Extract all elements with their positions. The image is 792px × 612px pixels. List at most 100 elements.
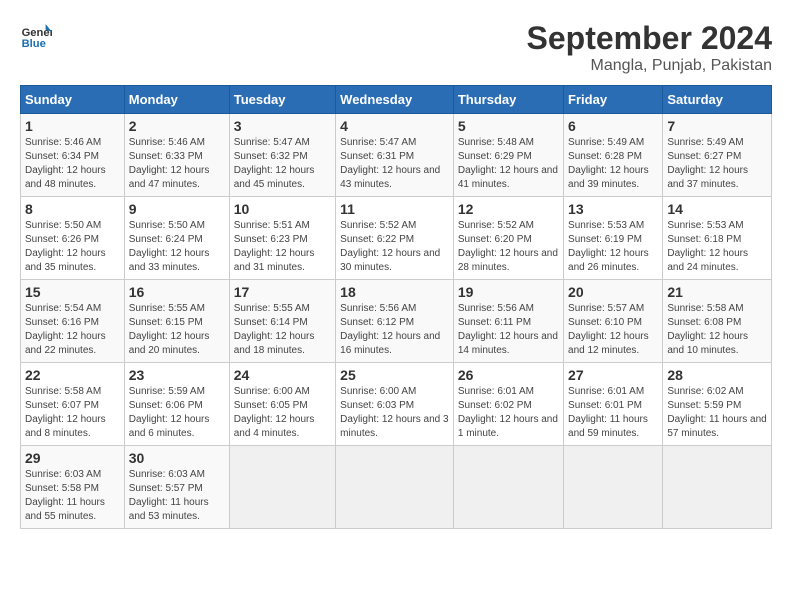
calendar-cell: [229, 446, 335, 529]
day-number: 29: [25, 450, 120, 466]
week-row-4: 22 Sunrise: 5:58 AMSunset: 6:07 PMDaylig…: [21, 363, 772, 446]
day-detail: Sunrise: 5:50 AMSunset: 6:24 PMDaylight:…: [129, 220, 210, 273]
calendar-cell: 16 Sunrise: 5:55 AMSunset: 6:15 PMDaylig…: [124, 280, 229, 363]
calendar-cell: 9 Sunrise: 5:50 AMSunset: 6:24 PMDayligh…: [124, 197, 229, 280]
day-number: 26: [458, 367, 559, 383]
weekday-header-monday: Monday: [124, 86, 229, 114]
calendar-cell: 26 Sunrise: 6:01 AMSunset: 6:02 PMDaylig…: [453, 363, 563, 446]
calendar-cell: [564, 446, 663, 529]
day-number: 2: [129, 118, 225, 134]
calendar-cell: 10 Sunrise: 5:51 AMSunset: 6:23 PMDaylig…: [229, 197, 335, 280]
calendar-cell: 17 Sunrise: 5:55 AMSunset: 6:14 PMDaylig…: [229, 280, 335, 363]
week-row-1: 1 Sunrise: 5:46 AMSunset: 6:34 PMDayligh…: [21, 114, 772, 197]
day-detail: Sunrise: 6:01 AMSunset: 6:02 PMDaylight:…: [458, 386, 558, 439]
day-number: 20: [568, 284, 658, 300]
calendar-cell: 5 Sunrise: 5:48 AMSunset: 6:29 PMDayligh…: [453, 114, 563, 197]
day-number: 11: [340, 201, 449, 217]
weekday-header-sunday: Sunday: [21, 86, 125, 114]
day-number: 21: [667, 284, 767, 300]
weekday-header-wednesday: Wednesday: [336, 86, 454, 114]
svg-text:Blue: Blue: [22, 38, 46, 50]
day-detail: Sunrise: 5:55 AMSunset: 6:15 PMDaylight:…: [129, 303, 210, 356]
day-number: 28: [667, 367, 767, 383]
calendar-cell: 18 Sunrise: 5:56 AMSunset: 6:12 PMDaylig…: [336, 280, 454, 363]
day-number: 22: [25, 367, 120, 383]
day-number: 5: [458, 118, 559, 134]
day-detail: Sunrise: 5:49 AMSunset: 6:28 PMDaylight:…: [568, 137, 649, 190]
week-row-2: 8 Sunrise: 5:50 AMSunset: 6:26 PMDayligh…: [21, 197, 772, 280]
day-detail: Sunrise: 5:48 AMSunset: 6:29 PMDaylight:…: [458, 137, 558, 190]
day-detail: Sunrise: 6:02 AMSunset: 5:59 PMDaylight:…: [667, 386, 766, 439]
calendar-cell: 21 Sunrise: 5:58 AMSunset: 6:08 PMDaylig…: [663, 280, 772, 363]
calendar-cell: 7 Sunrise: 5:49 AMSunset: 6:27 PMDayligh…: [663, 114, 772, 197]
day-detail: Sunrise: 5:46 AMSunset: 6:34 PMDaylight:…: [25, 137, 106, 190]
calendar-cell: 12 Sunrise: 5:52 AMSunset: 6:20 PMDaylig…: [453, 197, 563, 280]
calendar-cell: 4 Sunrise: 5:47 AMSunset: 6:31 PMDayligh…: [336, 114, 454, 197]
week-row-5: 29 Sunrise: 6:03 AMSunset: 5:58 PMDaylig…: [21, 446, 772, 529]
title-area: September 2024 Mangla, Punjab, Pakistan: [527, 20, 772, 75]
calendar-cell: 23 Sunrise: 5:59 AMSunset: 6:06 PMDaylig…: [124, 363, 229, 446]
weekday-header-saturday: Saturday: [663, 86, 772, 114]
day-detail: Sunrise: 6:01 AMSunset: 6:01 PMDaylight:…: [568, 386, 648, 439]
day-detail: Sunrise: 5:56 AMSunset: 6:11 PMDaylight:…: [458, 303, 558, 356]
calendar-cell: 13 Sunrise: 5:53 AMSunset: 6:19 PMDaylig…: [564, 197, 663, 280]
day-detail: Sunrise: 5:54 AMSunset: 6:16 PMDaylight:…: [25, 303, 106, 356]
day-number: 30: [129, 450, 225, 466]
logo-icon: General Blue: [20, 20, 52, 52]
day-number: 12: [458, 201, 559, 217]
day-number: 1: [25, 118, 120, 134]
calendar-table: SundayMondayTuesdayWednesdayThursdayFrid…: [20, 85, 772, 529]
day-number: 13: [568, 201, 658, 217]
calendar-cell: 8 Sunrise: 5:50 AMSunset: 6:26 PMDayligh…: [21, 197, 125, 280]
day-number: 14: [667, 201, 767, 217]
day-detail: Sunrise: 5:58 AMSunset: 6:07 PMDaylight:…: [25, 386, 106, 439]
main-title: September 2024: [527, 20, 772, 57]
day-detail: Sunrise: 5:59 AMSunset: 6:06 PMDaylight:…: [129, 386, 210, 439]
day-detail: Sunrise: 5:58 AMSunset: 6:08 PMDaylight:…: [667, 303, 748, 356]
subtitle: Mangla, Punjab, Pakistan: [527, 57, 772, 75]
day-number: 7: [667, 118, 767, 134]
day-detail: Sunrise: 5:49 AMSunset: 6:27 PMDaylight:…: [667, 137, 748, 190]
day-number: 17: [234, 284, 331, 300]
weekday-header-friday: Friday: [564, 86, 663, 114]
day-number: 9: [129, 201, 225, 217]
day-detail: Sunrise: 6:03 AMSunset: 5:57 PMDaylight:…: [129, 469, 209, 522]
header: General Blue September 2024 Mangla, Punj…: [20, 20, 772, 75]
day-detail: Sunrise: 5:57 AMSunset: 6:10 PMDaylight:…: [568, 303, 649, 356]
calendar-cell: [453, 446, 563, 529]
calendar-cell: 15 Sunrise: 5:54 AMSunset: 6:16 PMDaylig…: [21, 280, 125, 363]
weekday-header-tuesday: Tuesday: [229, 86, 335, 114]
calendar-cell: 29 Sunrise: 6:03 AMSunset: 5:58 PMDaylig…: [21, 446, 125, 529]
day-detail: Sunrise: 5:55 AMSunset: 6:14 PMDaylight:…: [234, 303, 315, 356]
day-detail: Sunrise: 6:00 AMSunset: 6:03 PMDaylight:…: [340, 386, 448, 439]
day-number: 24: [234, 367, 331, 383]
calendar-cell: 20 Sunrise: 5:57 AMSunset: 6:10 PMDaylig…: [564, 280, 663, 363]
day-detail: Sunrise: 5:47 AMSunset: 6:32 PMDaylight:…: [234, 137, 315, 190]
day-detail: Sunrise: 5:53 AMSunset: 6:18 PMDaylight:…: [667, 220, 748, 273]
calendar-cell: 19 Sunrise: 5:56 AMSunset: 6:11 PMDaylig…: [453, 280, 563, 363]
calendar-cell: 14 Sunrise: 5:53 AMSunset: 6:18 PMDaylig…: [663, 197, 772, 280]
day-detail: Sunrise: 5:52 AMSunset: 6:22 PMDaylight:…: [340, 220, 440, 273]
calendar-cell: 11 Sunrise: 5:52 AMSunset: 6:22 PMDaylig…: [336, 197, 454, 280]
calendar-cell: 1 Sunrise: 5:46 AMSunset: 6:34 PMDayligh…: [21, 114, 125, 197]
day-detail: Sunrise: 5:47 AMSunset: 6:31 PMDaylight:…: [340, 137, 440, 190]
calendar-cell: [663, 446, 772, 529]
day-detail: Sunrise: 5:46 AMSunset: 6:33 PMDaylight:…: [129, 137, 210, 190]
day-number: 4: [340, 118, 449, 134]
day-detail: Sunrise: 5:53 AMSunset: 6:19 PMDaylight:…: [568, 220, 649, 273]
day-detail: Sunrise: 5:52 AMSunset: 6:20 PMDaylight:…: [458, 220, 558, 273]
calendar-cell: 24 Sunrise: 6:00 AMSunset: 6:05 PMDaylig…: [229, 363, 335, 446]
calendar-cell: 3 Sunrise: 5:47 AMSunset: 6:32 PMDayligh…: [229, 114, 335, 197]
day-number: 25: [340, 367, 449, 383]
day-detail: Sunrise: 6:03 AMSunset: 5:58 PMDaylight:…: [25, 469, 105, 522]
day-detail: Sunrise: 6:00 AMSunset: 6:05 PMDaylight:…: [234, 386, 315, 439]
weekday-header-thursday: Thursday: [453, 86, 563, 114]
day-number: 16: [129, 284, 225, 300]
day-number: 8: [25, 201, 120, 217]
calendar-cell: 27 Sunrise: 6:01 AMSunset: 6:01 PMDaylig…: [564, 363, 663, 446]
day-number: 27: [568, 367, 658, 383]
logo: General Blue: [20, 20, 52, 52]
calendar-cell: 6 Sunrise: 5:49 AMSunset: 6:28 PMDayligh…: [564, 114, 663, 197]
day-number: 23: [129, 367, 225, 383]
day-number: 19: [458, 284, 559, 300]
